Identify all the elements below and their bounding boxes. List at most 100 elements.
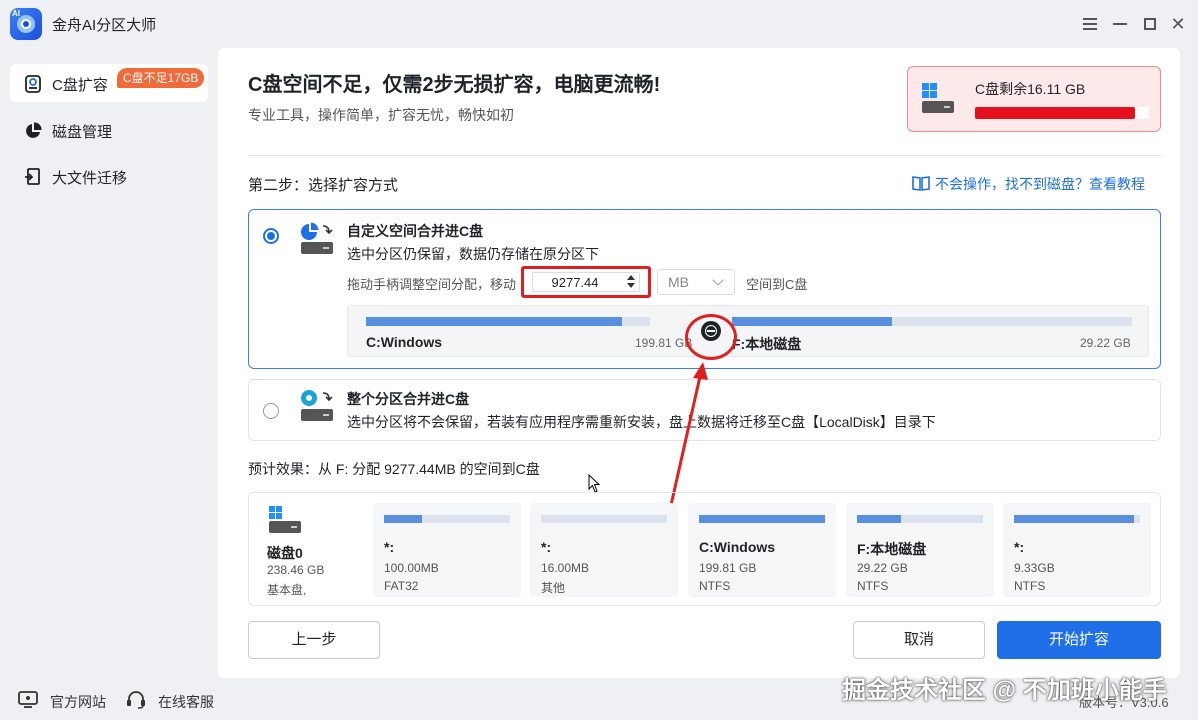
- partition-bar: [541, 515, 667, 523]
- cancel-button[interactable]: 取消: [853, 621, 985, 659]
- start-expand-button[interactable]: 开始扩容: [997, 621, 1161, 659]
- close-icon[interactable]: ✕: [1166, 12, 1190, 36]
- mouse-cursor-icon: [588, 474, 601, 493]
- partition-name: *:: [541, 539, 552, 555]
- partition-size: 9.33GB: [1014, 561, 1055, 575]
- partition-fs: NTFS: [699, 579, 731, 593]
- stepper-arrows-icon[interactable]: [625, 274, 637, 290]
- partition-bar: [1014, 515, 1140, 523]
- sidebar-item-disk-manage[interactable]: 磁盘管理: [10, 111, 208, 149]
- page-headline: C盘空间不足，仅需2步无损扩容，电脑更流畅!: [248, 74, 661, 96]
- minimize-icon[interactable]: [1108, 12, 1132, 36]
- menu-icon[interactable]: [1078, 12, 1102, 36]
- website-label: 官方网站: [50, 694, 106, 710]
- forecast-text: 预计效果：从 F: 分配 9277.44MB 的空间到C盘: [248, 461, 540, 477]
- partition-bar-fill: [857, 515, 902, 523]
- main-panel: C盘空间不足，仅需2步无损扩容，电脑更流畅! 专业工具，操作简单，扩容无忧，畅快…: [218, 48, 1180, 678]
- step-label: 第二步：选择扩容方式: [248, 177, 399, 194]
- tutorial-link-text: 不会操作，找不到磁盘？查看教程: [935, 176, 1145, 192]
- adjust-prefix-text: 拖动手柄调整空间分配，移动: [347, 277, 517, 292]
- partition-card[interactable]: *: 16.00MB 其他: [530, 503, 678, 597]
- disk-icon: [269, 506, 301, 533]
- back-button[interactable]: 上一步: [248, 621, 380, 659]
- sidebar-item-label: 磁盘管理: [52, 124, 113, 141]
- f-partition-bar: [732, 317, 1132, 326]
- partition-bar-fill: [699, 515, 825, 523]
- partition-name: *:: [384, 539, 395, 555]
- partition-merge-icon: [301, 222, 333, 254]
- option-title: 整个分区合并进C盘: [347, 391, 470, 407]
- page-subline: 专业工具，操作简单，扩容无忧，畅快如初: [248, 107, 514, 123]
- partition-card[interactable]: *: 100.00MB FAT32: [373, 503, 521, 597]
- partition-bar: [699, 515, 825, 523]
- disk-type: 基本盘,: [267, 583, 307, 597]
- unit-value: MB: [668, 274, 689, 290]
- radio-custom-merge[interactable]: [263, 228, 279, 244]
- book-icon: [912, 176, 930, 191]
- partition-size: 199.81 GB: [699, 561, 757, 575]
- f-partition-fill: [732, 317, 892, 326]
- low-space-badge: C盘不足17GB: [117, 68, 205, 88]
- c-drive-space-card: C盘剩余16.11 GB: [907, 66, 1161, 132]
- option-title: 自定义空间合并进C盘: [347, 223, 484, 239]
- partition-fs: 其他: [541, 581, 566, 595]
- c-partition-name: C:Windows: [366, 334, 443, 350]
- partition-card[interactable]: F:本地磁盘 29.22 GB NTFS: [846, 503, 994, 597]
- c-drive-usage-fill: [975, 107, 1136, 119]
- disk-expand-icon: [25, 75, 41, 93]
- partition-fs: NTFS: [857, 579, 889, 593]
- partition-slider[interactable]: C:Windows 199.81 GB F:本地磁盘 29.22 GB: [347, 305, 1149, 357]
- app-title: 金舟AI分区大师: [52, 17, 157, 34]
- sidebar-item-file-migrate[interactable]: 大文件迁移: [10, 157, 208, 195]
- c-partition-fill: [366, 317, 622, 326]
- f-partition-name: F:本地磁盘: [732, 336, 802, 352]
- partition-name: C:Windows: [699, 539, 776, 555]
- partition-size: 100.00MB: [384, 561, 439, 575]
- support-label: 在线客服: [158, 694, 214, 710]
- file-migrate-icon: [25, 168, 40, 185]
- divider: [248, 155, 1161, 156]
- partition-bar: [857, 515, 983, 523]
- partition-bar-fill: [384, 515, 422, 523]
- monitor-icon: [18, 691, 38, 708]
- partition-fs: NTFS: [1014, 579, 1046, 593]
- option-desc: 选中分区仍保留，数据仍存储在原分区下: [347, 246, 599, 262]
- c-drive-icon: [922, 83, 954, 113]
- title-bar: AI 金舟AI分区大师 ✕: [0, 0, 1198, 48]
- sidebar-item-label: 大文件迁移: [52, 170, 128, 187]
- partition-name: *:: [1014, 539, 1025, 555]
- amount-input[interactable]: 9277.44: [532, 272, 640, 292]
- headset-icon: [127, 691, 145, 709]
- partition-bar: [384, 515, 510, 523]
- amount-value: 9277.44: [551, 275, 599, 290]
- full-merge-icon: [301, 390, 333, 421]
- partition-size: 29.22 GB: [857, 561, 908, 575]
- watermark-text: 掘金技术社区 @ 不加班小能手: [842, 677, 1167, 704]
- maximize-icon[interactable]: [1138, 12, 1162, 36]
- c-partition-size: 199.81 GB: [635, 336, 693, 350]
- pie-chart-icon: [26, 122, 42, 138]
- unit-select[interactable]: MB: [657, 269, 735, 295]
- c-partition-bar: [366, 317, 650, 326]
- partition-name: F:本地磁盘: [857, 541, 927, 557]
- c-drive-remaining: C盘剩余16.11 GB: [975, 81, 1086, 97]
- app-logo-icon: AI: [10, 8, 42, 40]
- amount-stepper[interactable]: 9277.44: [521, 266, 651, 298]
- chevron-down-icon: [712, 274, 724, 286]
- disk-map: 磁盘0 238.46 GB 基本盘, *: 100.00MB FAT32 *: …: [248, 492, 1161, 606]
- radio-full-merge[interactable]: [263, 403, 279, 419]
- disk-name: 磁盘0: [267, 545, 303, 561]
- disk-size: 238.46 GB: [267, 563, 325, 577]
- partition-size: 16.00MB: [541, 561, 590, 575]
- f-partition-size: 29.22 GB: [1080, 336, 1131, 350]
- adjust-suffix-text: 空间到C盘: [746, 277, 808, 292]
- c-drive-usage-bar: [975, 107, 1149, 119]
- partition-fs: FAT32: [384, 579, 419, 593]
- slider-handle[interactable]: [701, 321, 721, 341]
- partition-card[interactable]: C:Windows 199.81 GB NTFS: [688, 503, 836, 597]
- option-desc: 选中分区将不会保留，若装有应用程序需重新安装，盘上数据将迁移至C盘【LocalD…: [347, 414, 936, 430]
- partition-card[interactable]: *: 9.33GB NTFS: [1003, 503, 1151, 597]
- sidebar-item-c-expand[interactable]: C盘扩容 C盘不足17GB: [10, 64, 208, 102]
- sidebar-item-label: C盘扩容: [52, 77, 108, 94]
- partition-bar-fill: [1014, 515, 1134, 523]
